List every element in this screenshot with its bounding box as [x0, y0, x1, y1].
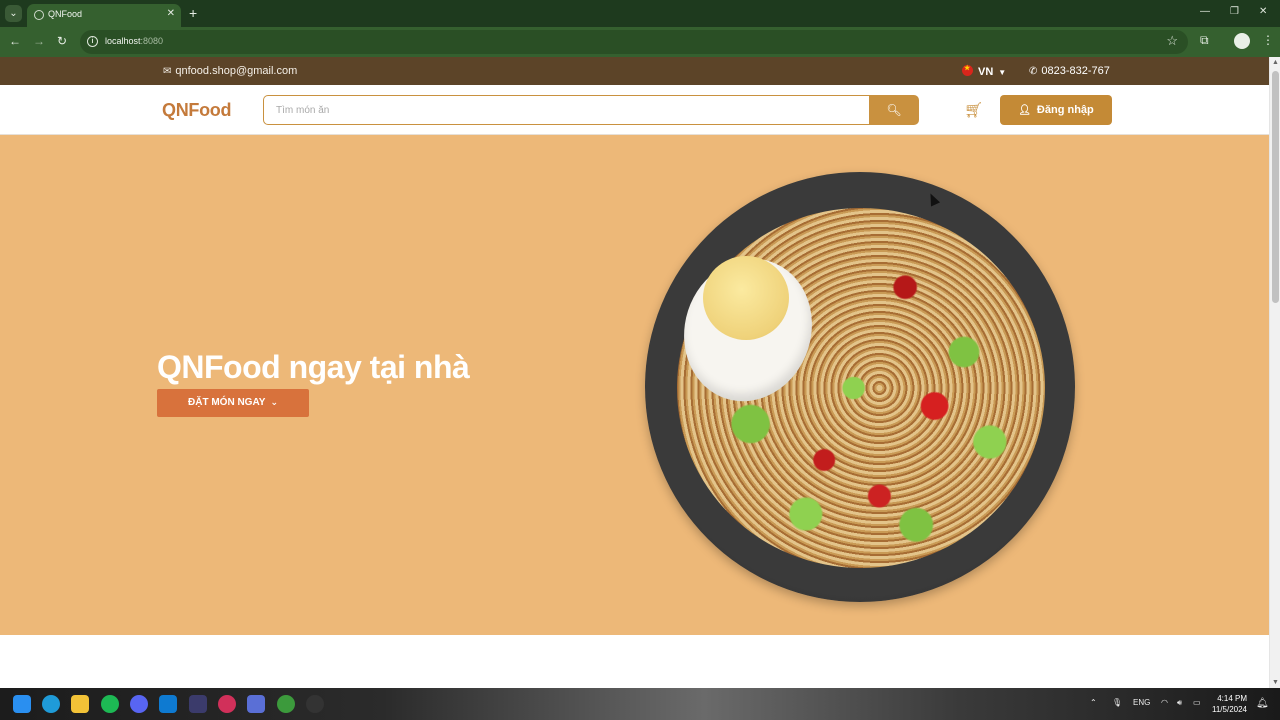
edge-icon[interactable]: [42, 695, 60, 713]
restore-icon[interactable]: ❐: [1230, 6, 1239, 17]
discord-icon[interactable]: [130, 695, 148, 713]
language-selector[interactable]: VN ▼: [962, 64, 1007, 78]
volume-icon[interactable]: 🔊︎: [1177, 698, 1182, 708]
window-close-icon[interactable]: ✕: [1259, 6, 1267, 17]
chrome-icon[interactable]: [277, 695, 295, 713]
url-text: localhost:8080: [105, 36, 163, 46]
egg-yolk: [703, 256, 789, 340]
shield-app-icon[interactable]: [247, 695, 265, 713]
new-tab-button[interactable]: +: [189, 5, 197, 21]
search-bar: 🔍︎: [263, 95, 919, 125]
language-label: VN: [978, 66, 994, 78]
hero-banner: QNFood ngay tại nhà ĐẶT MÓN NGAY ⌄: [0, 135, 1269, 635]
site-header: QNFood 🔍︎ 🛒︎ 👤︎ Đăng nhập: [0, 85, 1269, 135]
menu-dots-icon[interactable]: ⋮: [1262, 33, 1274, 47]
screen: ⌄ QNFood ✕ + — ❐ ✕ ← → ↻ i localhost:808…: [0, 0, 1280, 720]
user-icon: 👤︎: [1018, 105, 1031, 116]
scroll-up-icon[interactable]: ▲: [1272, 59, 1279, 66]
vietnam-flag-icon: [962, 64, 973, 76]
phone-icon: ✆: [1029, 66, 1038, 77]
microphone-icon[interactable]: 🎙︎: [1112, 698, 1122, 707]
browser-toolbar: ← → ↻ i localhost:8080 ☆ ⧉ ⋮: [0, 27, 1280, 57]
browser-tab[interactable]: QNFood ✕: [27, 4, 181, 27]
order-now-label: ĐẶT MÓN NGAY: [188, 397, 266, 408]
cart-icon[interactable]: 🛒︎: [964, 101, 983, 119]
url-host: localhost: [105, 36, 141, 46]
tab-list-icon[interactable]: ⌄: [5, 5, 22, 22]
wifi-icon[interactable]: ◠: [1161, 698, 1168, 707]
login-label: Đăng nhập: [1036, 104, 1094, 116]
file-explorer-icon[interactable]: [71, 695, 89, 713]
page-scrollbar[interactable]: ▲ ▼: [1269, 57, 1280, 688]
system-clock[interactable]: 4:14 PM 11/5/2024: [1212, 693, 1247, 715]
windows-start-icon[interactable]: [13, 695, 31, 713]
phone-contact[interactable]: ✆ 0823-832-767: [1029, 65, 1110, 77]
tray-language[interactable]: ENG: [1133, 698, 1150, 707]
contact-bar: ✉qnfood.shop@gmail.com VN ▼ ✆0823-832-767: [0, 57, 1269, 85]
battery-icon[interactable]: ▭: [1193, 698, 1201, 707]
email-contact[interactable]: ✉ qnfood.shop@gmail.com: [163, 65, 297, 77]
phone-text: 0823-832-767: [1041, 65, 1110, 77]
chevron-down-icon: ⌄: [270, 398, 278, 408]
extensions-icon[interactable]: ⧉: [1200, 33, 1209, 48]
hero-title: QNFood ngay tại nhà: [157, 349, 470, 385]
clock-time: 4:14 PM: [1217, 694, 1247, 703]
windows-taskbar: ⌃ 🎙︎ ENG ◠ 🔊︎ ▭ 4:14 PM 11/5/2024 🔔︎: [0, 688, 1280, 720]
mail-icon: ✉: [163, 66, 172, 77]
close-tab-icon[interactable]: ✕: [167, 8, 175, 19]
forward-arrow-icon[interactable]: →: [33, 34, 45, 48]
notification-bell-icon[interactable]: 🔔︎: [1256, 698, 1269, 709]
clock-date: 11/5/2024: [1212, 705, 1247, 714]
browser-tab-bar: ⌄ QNFood ✕ + — ❐ ✕: [0, 0, 1280, 27]
globe-favicon-icon: [34, 10, 44, 20]
address-bar[interactable]: i localhost:8080 ☆: [80, 30, 1188, 54]
search-button[interactable]: 🔍︎: [869, 95, 919, 125]
bookmark-star-icon[interactable]: ☆: [1166, 33, 1178, 49]
search-icon: 🔍︎: [886, 103, 902, 117]
reload-icon[interactable]: ↻: [57, 34, 67, 48]
noodle-bowl-image: [645, 172, 1075, 602]
email-text: qnfood.shop@gmail.com: [175, 65, 298, 77]
login-button[interactable]: 👤︎ Đăng nhập: [1000, 95, 1112, 125]
order-now-button[interactable]: ĐẶT MÓN NGAY ⌄: [157, 389, 309, 417]
app-icon-2[interactable]: [306, 695, 324, 713]
scroll-down-icon[interactable]: ▼: [1272, 679, 1279, 686]
scroll-thumb[interactable]: [1272, 71, 1279, 303]
url-port: :8080: [140, 36, 164, 46]
tray-chevron-up-icon[interactable]: ⌃: [1090, 698, 1097, 707]
back-arrow-icon[interactable]: ←: [9, 34, 21, 48]
profile-icon[interactable]: [1234, 33, 1250, 49]
app-icon[interactable]: [189, 695, 207, 713]
caret-down-icon: ▼: [998, 68, 1007, 77]
search-input[interactable]: [263, 95, 869, 125]
site-info-icon[interactable]: i: [87, 36, 98, 47]
minimize-icon[interactable]: —: [1200, 6, 1210, 17]
tab-title: QNFood: [48, 9, 83, 19]
site-logo[interactable]: QNFood: [162, 100, 231, 121]
vscode-icon[interactable]: [159, 695, 177, 713]
spotify-icon[interactable]: [101, 695, 119, 713]
opera-icon[interactable]: [218, 695, 236, 713]
